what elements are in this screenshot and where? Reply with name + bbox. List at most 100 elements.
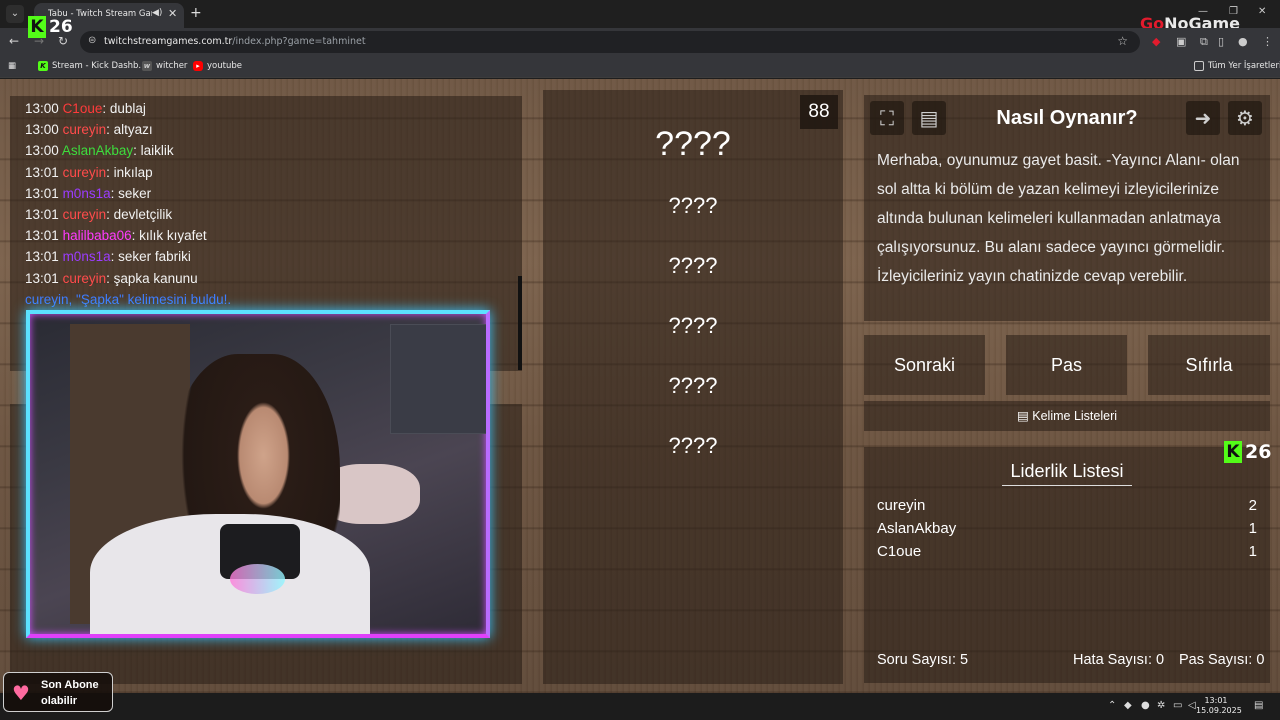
chat-username[interactable]: AslanAkbay [62,143,133,158]
microphone-icon[interactable]: ● [1141,700,1150,711]
chat-username[interactable]: halilbaba06 [63,228,132,243]
url-text: twitchstreamgames.com.tr/index.php?game=… [104,36,366,47]
windows-taskbar: ⌃ ◆ ● ✲ ▭ ◁ 13:01 15.09.2025 ▤ [0,693,1280,720]
tray-app-icon[interactable]: ◆ [1124,700,1132,711]
all-bookmarks-label: Tüm Yer İşaretleri [1208,61,1280,71]
bookmark-star-icon[interactable]: ☆ [1117,34,1128,48]
chat-text: şapka kanunu [113,270,198,286]
kick-count: 26 [1245,441,1272,463]
heart-icon: ♥ [12,681,30,705]
chat-text: dublaj [109,101,146,116]
bookmark-witcher[interactable]: w witcher [142,61,187,71]
chat-username[interactable]: m0ns1a [63,186,111,201]
player-score: 2 [1248,497,1257,514]
forbidden-word: ???? [668,433,718,458]
chat-message: 13:01 m0ns1a: seker fabriki [25,249,191,265]
chat-text: inkılap [113,164,153,180]
url-field[interactable]: ⊜ twitchstreamgames.com.tr/index.php?gam… [80,31,1140,53]
chat-timestamp: 13:01 [25,185,59,201]
player-name: cureyin [877,497,926,514]
kick-count: 26 [49,17,73,37]
last-subscriber-overlay: ♥ Son Abone olabilir [3,672,113,712]
bookmark-kick[interactable]: K Stream - Kick Dashb... [38,61,147,71]
how-to-play-text: Merhaba, oyunumuz gayet basit. -Yayıncı … [877,152,1240,285]
all-bookmarks-folder[interactable]: Tüm Yer İşaretleri [1194,61,1280,71]
chat-timestamp: 13:00 [25,101,59,116]
chat-text: altyazı [113,122,153,138]
word-card-panel: 88 ???? ???? ???? ???? ???? ???? [543,90,843,684]
browser-tab-bar: ⌄ Tabu - Twitch Stream Game ◀) ✕ + GoNoG… [0,0,1280,33]
witcher-icon: w [142,61,152,71]
chat-username[interactable]: C1oue [63,101,103,116]
new-tab-icon[interactable]: + [190,5,202,21]
player-name: C1oue [877,543,922,560]
chat-message: 13:00 cureyin: altyazı [25,122,153,138]
address-bar-row: ← → ↻ ⊜ twitchstreamgames.com.tr/index.p… [0,28,1280,56]
forbidden-word: ???? [668,253,718,278]
extension-icon[interactable]: ◆ [1152,35,1160,48]
chat-text: seker [118,185,152,201]
chat-scrollbar[interactable] [518,276,522,370]
reset-button[interactable]: Sıfırla [1148,335,1270,395]
clipboard-icon: ▤ [1016,409,1033,423]
webcam-background-shelf [390,324,486,434]
clock-date: 15.09.2025 [1196,706,1242,715]
exit-icon[interactable]: ➜ [1186,101,1220,135]
bookmarks-bar: ▦ K Stream - Kick Dashb... w witcher ▸ y… [0,56,1280,78]
forbidden-word: ???? [668,313,718,338]
chat-username[interactable]: cureyin [63,122,107,137]
error-count: Hata Sayısı: 0 [1073,652,1165,668]
word-lists-button[interactable]: ▤ Kelime Listeleri [864,401,1270,431]
question-count: Soru Sayısı: 5 [877,652,969,668]
gear-icon[interactable]: ⚙ [1228,101,1262,135]
settings-tray-icon[interactable]: ✲ [1157,700,1165,711]
close-tab-icon[interactable]: ✕ [168,7,177,20]
how-to-play-panel: ⛶ ▤ Nasıl Oynanır? ➜ ⚙ Merhaba, oyunumuz… [864,95,1270,321]
last-subscriber-text: Son Abone olabilir [41,677,99,709]
sub-line-1: Son Abone [41,679,99,691]
kick-follower-badge: K 26 [28,16,73,38]
chat-text: seker fabriki [118,249,191,265]
chat-message: 13:01 cureyin: inkılap [25,164,153,180]
volume-icon[interactable]: ◁ [1188,700,1196,711]
pass-button[interactable]: Pas [1006,335,1127,395]
chat-username[interactable]: cureyin [63,271,107,286]
bookmark-label: witcher [156,61,188,71]
sub-line-2: olabilir [41,695,78,707]
close-window-icon[interactable]: ✕ [1258,6,1266,17]
extension-badge-icon[interactable]: ▣ [1176,35,1186,48]
tray-chevron-icon[interactable]: ⌃ [1108,700,1116,711]
leaderboard-title: Liderlik Listesi [1010,461,1124,481]
chat-message: 13:01 m0ns1a: seker [25,185,152,201]
chat-timestamp: 13:01 [25,249,59,265]
tab-search-icon[interactable]: ⌄ [6,5,24,23]
network-icon[interactable]: ▭ [1173,700,1182,711]
clock-time: 13:01 [1204,696,1228,705]
webcam-mic-light [230,564,285,594]
chat-message: 13:01 cureyin: devletçilik [25,207,173,222]
taskbar-clock[interactable]: 13:01 15.09.2025 [1196,696,1242,716]
extensions-puzzle-icon[interactable]: ⧉ [1200,35,1208,49]
sidebar-icon[interactable]: ▯ [1218,35,1224,48]
back-icon[interactable]: ← [9,34,19,48]
menu-kebab-icon[interactable]: ⋮ [1262,35,1273,48]
bookmark-youtube[interactable]: ▸ youtube [193,61,242,71]
profile-avatar-icon[interactable]: ● [1238,35,1248,48]
forbidden-word: ???? [668,373,718,398]
chat-timestamp: 13:01 [25,270,59,286]
chat-text: kılık kıyafet [139,228,207,244]
chat-username[interactable]: cureyin [63,165,107,180]
maximize-icon[interactable]: ❐ [1229,6,1238,17]
chat-message: 13:00 AslanAkbay: laiklik [25,143,174,159]
apps-grid-icon[interactable]: ▦ [8,61,16,71]
chat-username[interactable]: cureyin [63,207,107,222]
minimize-icon[interactable]: — [1198,6,1208,17]
chat-username[interactable]: m0ns1a [63,249,111,264]
site-info-icon[interactable]: ⊜ [88,35,96,46]
notification-icon[interactable]: ▤ [1254,700,1263,711]
speaker-icon[interactable]: ◀) [152,8,162,18]
chat-timestamp: 13:00 [25,122,59,138]
next-button[interactable]: Sonraki [864,335,985,395]
kick-icon: K [38,61,48,71]
kick-logo-icon: K [28,16,46,38]
